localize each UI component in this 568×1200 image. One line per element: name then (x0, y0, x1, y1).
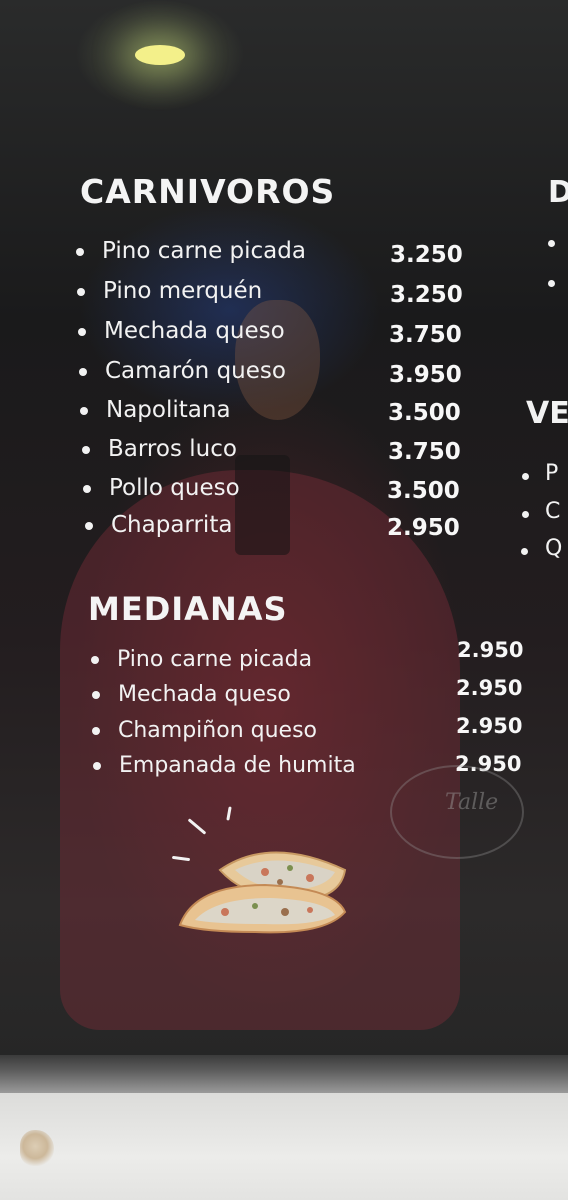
bullet-icon (76, 247, 84, 256)
item-price: 2.950 (456, 714, 523, 738)
menu-item: Pino carne picada (76, 238, 306, 264)
bullet-icon (82, 445, 90, 454)
item-price: 3.250 (390, 282, 463, 308)
cut-off-section-title: VE (526, 396, 568, 431)
bullet-icon (77, 287, 85, 296)
cut-off-section-title: D (548, 175, 568, 210)
item-name: Empanada de humita (119, 753, 356, 778)
item-name: Camarón queso (105, 358, 286, 384)
empanada-illustration (178, 851, 347, 934)
item-price: 3.500 (387, 478, 460, 504)
bullet-icon (548, 280, 555, 287)
bullet-icon (92, 727, 100, 735)
item-price: 3.750 (388, 439, 461, 465)
item-price: 2.950 (456, 676, 523, 700)
item-name: Pino carne picada (117, 647, 313, 672)
menu-item: Empanada de humita (93, 753, 356, 778)
item-price: 3.750 (389, 322, 462, 348)
item-price: 2.950 (387, 515, 460, 541)
ceiling-lamp-reflection (135, 45, 185, 65)
bullet-icon (92, 691, 100, 699)
item-name: Pino merquén (103, 278, 263, 304)
bullet-icon (91, 656, 99, 664)
bullet-icon (548, 240, 555, 247)
bullet-icon (80, 406, 88, 415)
cut-off-item-letter: Q (545, 536, 563, 561)
menu-item: Champiñon queso (92, 718, 317, 743)
bullet-icon (78, 327, 86, 336)
item-name: Napolitana (106, 397, 231, 423)
bullet-icon (85, 521, 93, 530)
item-price: 3.950 (389, 362, 462, 388)
counter-stain (20, 1130, 54, 1166)
item-name: Pino carne picada (102, 238, 306, 264)
bullet-icon (93, 762, 101, 770)
menu-item: Camarón queso (79, 358, 286, 384)
menu-item: Napolitana (80, 397, 231, 423)
monitor-bezel (0, 1055, 568, 1093)
menu-item: Mechada queso (78, 318, 285, 344)
bullet-icon (79, 367, 87, 376)
item-price: 3.250 (390, 242, 463, 268)
item-name: Mechada queso (104, 318, 285, 344)
section-title-carnivoros: CARNIVOROS (80, 172, 336, 211)
menu-item: Chaparrita (85, 512, 232, 538)
sticker-reflection-text: Talle (445, 790, 499, 815)
menu-screen: CARNIVOROS Pino carne picada 3.250 Pino … (0, 0, 568, 1065)
bullet-icon (522, 511, 529, 518)
phone-reflection (235, 455, 290, 555)
item-name: Barros luco (108, 436, 237, 462)
menu-item: Pino carne picada (91, 647, 312, 672)
item-price: 3.500 (388, 400, 461, 426)
menu-item: Pino merquén (77, 278, 262, 304)
cut-off-item-letter: C (545, 499, 561, 524)
item-name: Pollo queso (109, 475, 240, 501)
counter-surface (0, 1093, 568, 1200)
section-title-medianas: MEDIANAS (88, 590, 288, 628)
item-name: Champiñon queso (118, 718, 317, 743)
menu-item: Barros luco (82, 436, 237, 462)
bullet-icon (521, 548, 528, 555)
cut-off-item-letter: P (545, 461, 559, 486)
item-price: 2.950 (457, 638, 524, 662)
item-name: Mechada queso (118, 682, 291, 707)
bullet-icon (522, 473, 529, 480)
menu-item: Mechada queso (92, 682, 291, 707)
menu-item: Pollo queso (83, 475, 240, 501)
bullet-icon (83, 484, 91, 493)
item-name: Chaparrita (111, 512, 233, 538)
